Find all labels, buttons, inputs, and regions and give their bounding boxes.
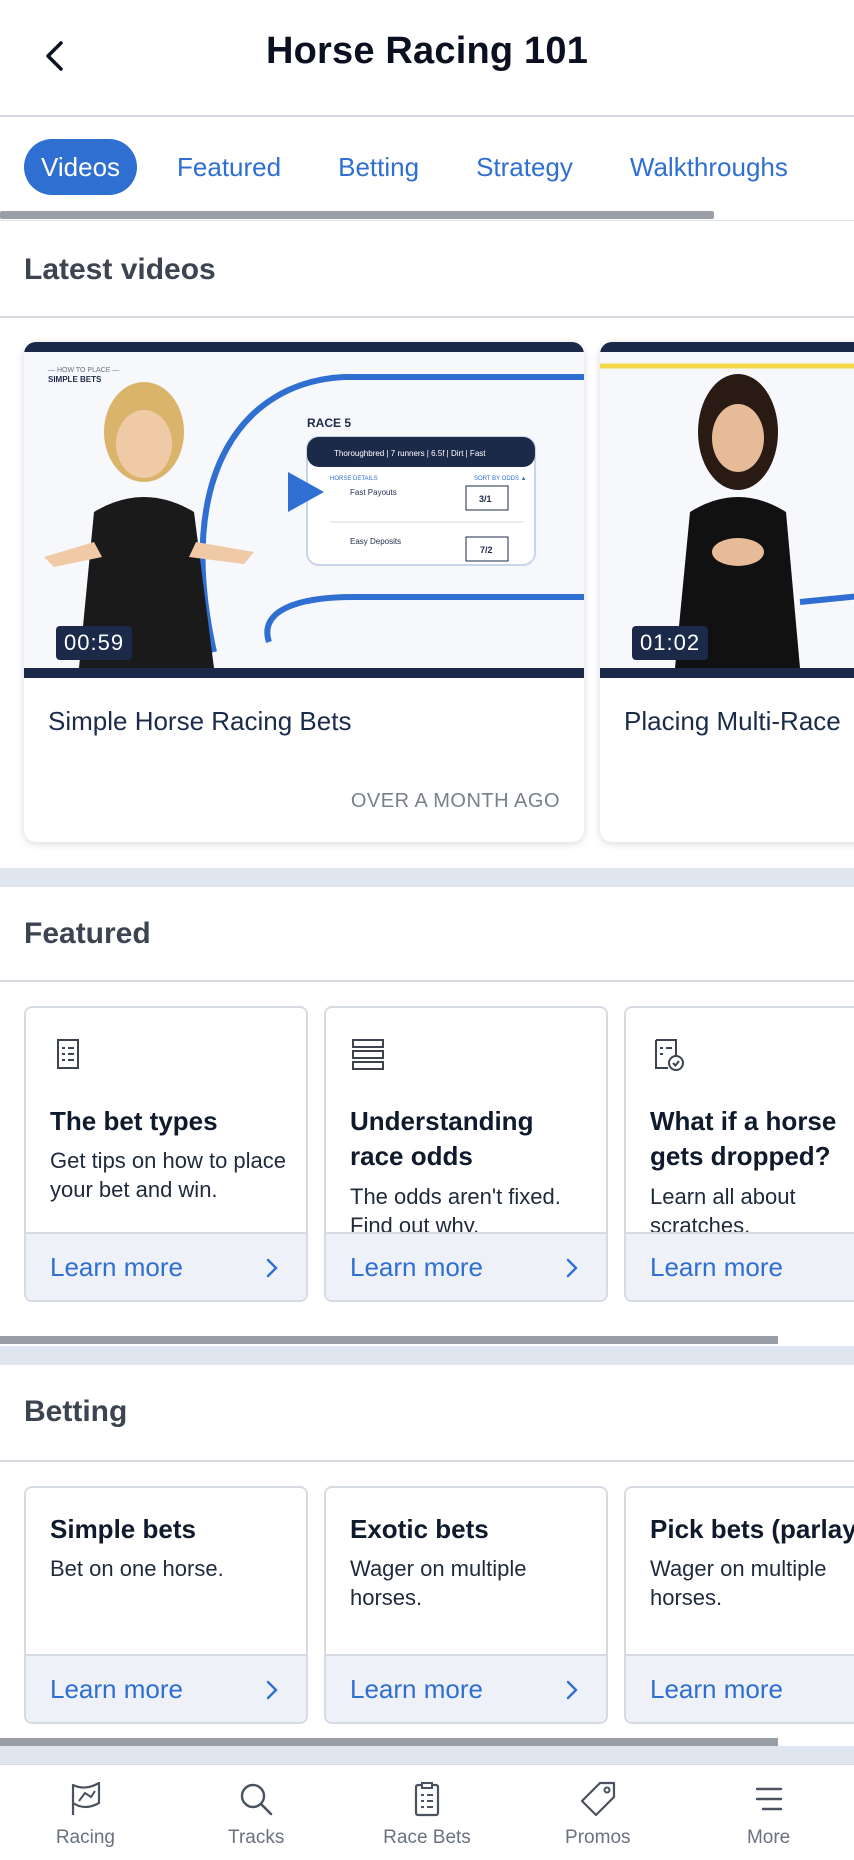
learn-more-button[interactable]: Learn more (326, 1232, 606, 1300)
chevron-right-icon (266, 1680, 278, 1700)
chevron-right-icon (566, 1680, 578, 1700)
thumb-odds2: 7/2 (480, 545, 493, 555)
video-thumbnail-art: RACE 5 Thoroughbred | 7 runners | 6.5f |… (24, 352, 584, 668)
card-title: Simple bets (50, 1514, 196, 1544)
video-title: Simple Horse Racing Bets (48, 706, 352, 736)
betting-card[interactable]: Simple bets Bet on one horse. Learn more (24, 1486, 308, 1724)
learn-more-button[interactable]: Learn more (326, 1654, 606, 1722)
section-divider (0, 1346, 854, 1364)
thumb-runner1: Fast Payouts (350, 488, 397, 497)
video-thumbnail[interactable]: RACE 5 Thoroughbred | 7 runners | 6.5f |… (24, 342, 584, 678)
featured-scrollbar[interactable] (0, 1336, 778, 1344)
card-description: Get tips on how to place your bet and wi… (50, 1148, 287, 1202)
learn-more-button[interactable]: Learn more (626, 1232, 854, 1300)
video-card[interactable]: RACE 5 Thoroughbred | 7 runners | 6.5f |… (24, 342, 584, 842)
section-title-latest-videos: Latest videos (24, 253, 216, 286)
nav-label: Racing (55, 1827, 115, 1848)
racing-flag-icon (72, 1781, 101, 1815)
tag-icon (580, 1781, 615, 1817)
card-title: What if a horse gets dropped? (650, 1106, 837, 1171)
card-title: Exotic bets (350, 1514, 489, 1544)
nav-label: Race Bets (383, 1827, 471, 1848)
video-thumbnail-art (600, 352, 854, 668)
section-divider (0, 1746, 854, 1764)
search-icon (240, 1783, 273, 1816)
video-title: Placing Multi-Race (624, 706, 841, 736)
page-title: Horse Racing 101 (265, 30, 589, 72)
video-thumbnail[interactable]: 01:02 (600, 342, 854, 678)
video-carousel: RACE 5 Thoroughbred | 7 runners | 6.5f |… (0, 318, 854, 868)
betslip-icon (414, 1782, 440, 1817)
learn-more-label: Learn more (50, 1674, 183, 1704)
video-duration: 00:59 (56, 626, 133, 660)
nav-race-bets[interactable]: Race Bets (342, 1765, 513, 1860)
thumb-sort: SORT BY ODDS ▲ (474, 476, 527, 482)
section-title-betting: Betting (24, 1395, 128, 1428)
nav-racing[interactable]: Racing (0, 1765, 171, 1860)
featured-carousel: The bet types Get tips on how to place y… (0, 982, 854, 1346)
learn-more-label: Learn more (650, 1674, 783, 1704)
app-header: Horse Racing 101 (0, 0, 854, 117)
thumb-brand-line2: SIMPLE BETS (48, 375, 102, 384)
nav-label: Tracks (228, 1827, 285, 1848)
nav-tracks[interactable]: Tracks (171, 1765, 342, 1860)
betting-carousel: Simple bets Bet on one horse. Learn more… (0, 1462, 854, 1746)
card-title: Pick bets (parlay (650, 1514, 854, 1544)
nav-label: Promos (565, 1827, 631, 1848)
card-description: Bet on one horse. (50, 1556, 224, 1581)
thumb-race-label: RACE 5 (307, 416, 351, 430)
chevron-right-icon (266, 1258, 278, 1278)
featured-header: Featured (0, 886, 854, 982)
learn-more-label: Learn more (650, 1252, 783, 1282)
card-title: The bet types (50, 1106, 218, 1136)
stack-icon (352, 1039, 384, 1070)
video-card[interactable]: 01:02 Placing Multi-Race (600, 342, 854, 842)
card-description: Wager on multiple horses. (650, 1556, 827, 1610)
category-tabs: Videos Featured Betting Strategy Walkthr… (0, 119, 854, 219)
checklist-icon (57, 1039, 79, 1069)
bottom-navigation: Racing Tracks Race Bets Promos More (0, 1764, 854, 1860)
tab-betting[interactable]: Betting (321, 139, 436, 195)
featured-card[interactable]: Understanding race odds The odds aren't … (324, 1006, 608, 1302)
tab-strategy[interactable]: Strategy (459, 139, 590, 195)
video-duration: 01:02 (632, 626, 709, 660)
clipboard-clock-icon (655, 1039, 684, 1071)
card-description: Wager on multiple horses. (350, 1556, 527, 1610)
betting-header: Betting (0, 1364, 854, 1462)
thumb-brand-line1: — HOW TO PLACE — (48, 367, 119, 374)
learn-more-label: Learn more (350, 1674, 483, 1704)
card-title: Understanding race odds (350, 1106, 534, 1171)
tab-walkthroughs[interactable]: Walkthroughs (613, 139, 805, 195)
learn-more-label: Learn more (50, 1252, 183, 1282)
section-divider (0, 868, 854, 886)
thumb-race-info: Thoroughbred | 7 runners | 6.5f | Dirt |… (334, 449, 486, 458)
learn-more-label: Learn more (350, 1252, 483, 1282)
learn-more-button[interactable]: Learn more (26, 1654, 306, 1722)
nav-label: More (746, 1827, 791, 1848)
featured-card[interactable]: The bet types Get tips on how to place y… (24, 1006, 308, 1302)
tab-videos[interactable]: Videos (24, 139, 138, 195)
learn-more-button[interactable]: Learn more (626, 1654, 854, 1722)
video-posted-time: OVER A MONTH AGO (350, 790, 560, 812)
thumb-runner2: Easy Deposits (350, 537, 401, 546)
chevron-right-icon (566, 1258, 578, 1278)
betting-scrollbar[interactable] (0, 1738, 778, 1746)
betting-card[interactable]: Exotic bets Wager on multiple horses. Le… (324, 1486, 608, 1724)
tab-featured[interactable]: Featured (160, 139, 298, 195)
section-title-featured: Featured (24, 917, 151, 950)
thumb-horse-details: HORSE DETAILS (330, 476, 378, 482)
betting-card[interactable]: Pick bets (parlay Wager on multiple hors… (624, 1486, 854, 1724)
nav-more[interactable]: More (683, 1765, 854, 1860)
nav-promos[interactable]: Promos (512, 1765, 683, 1860)
featured-card[interactable]: What if a horse gets dropped? Learn all … (624, 1006, 854, 1302)
thumb-odds1: 3/1 (479, 494, 492, 504)
tabs-scrollbar[interactable] (0, 211, 714, 219)
latest-videos-header: Latest videos (0, 220, 854, 318)
menu-icon (755, 1787, 782, 1811)
learn-more-button[interactable]: Learn more (26, 1232, 306, 1300)
